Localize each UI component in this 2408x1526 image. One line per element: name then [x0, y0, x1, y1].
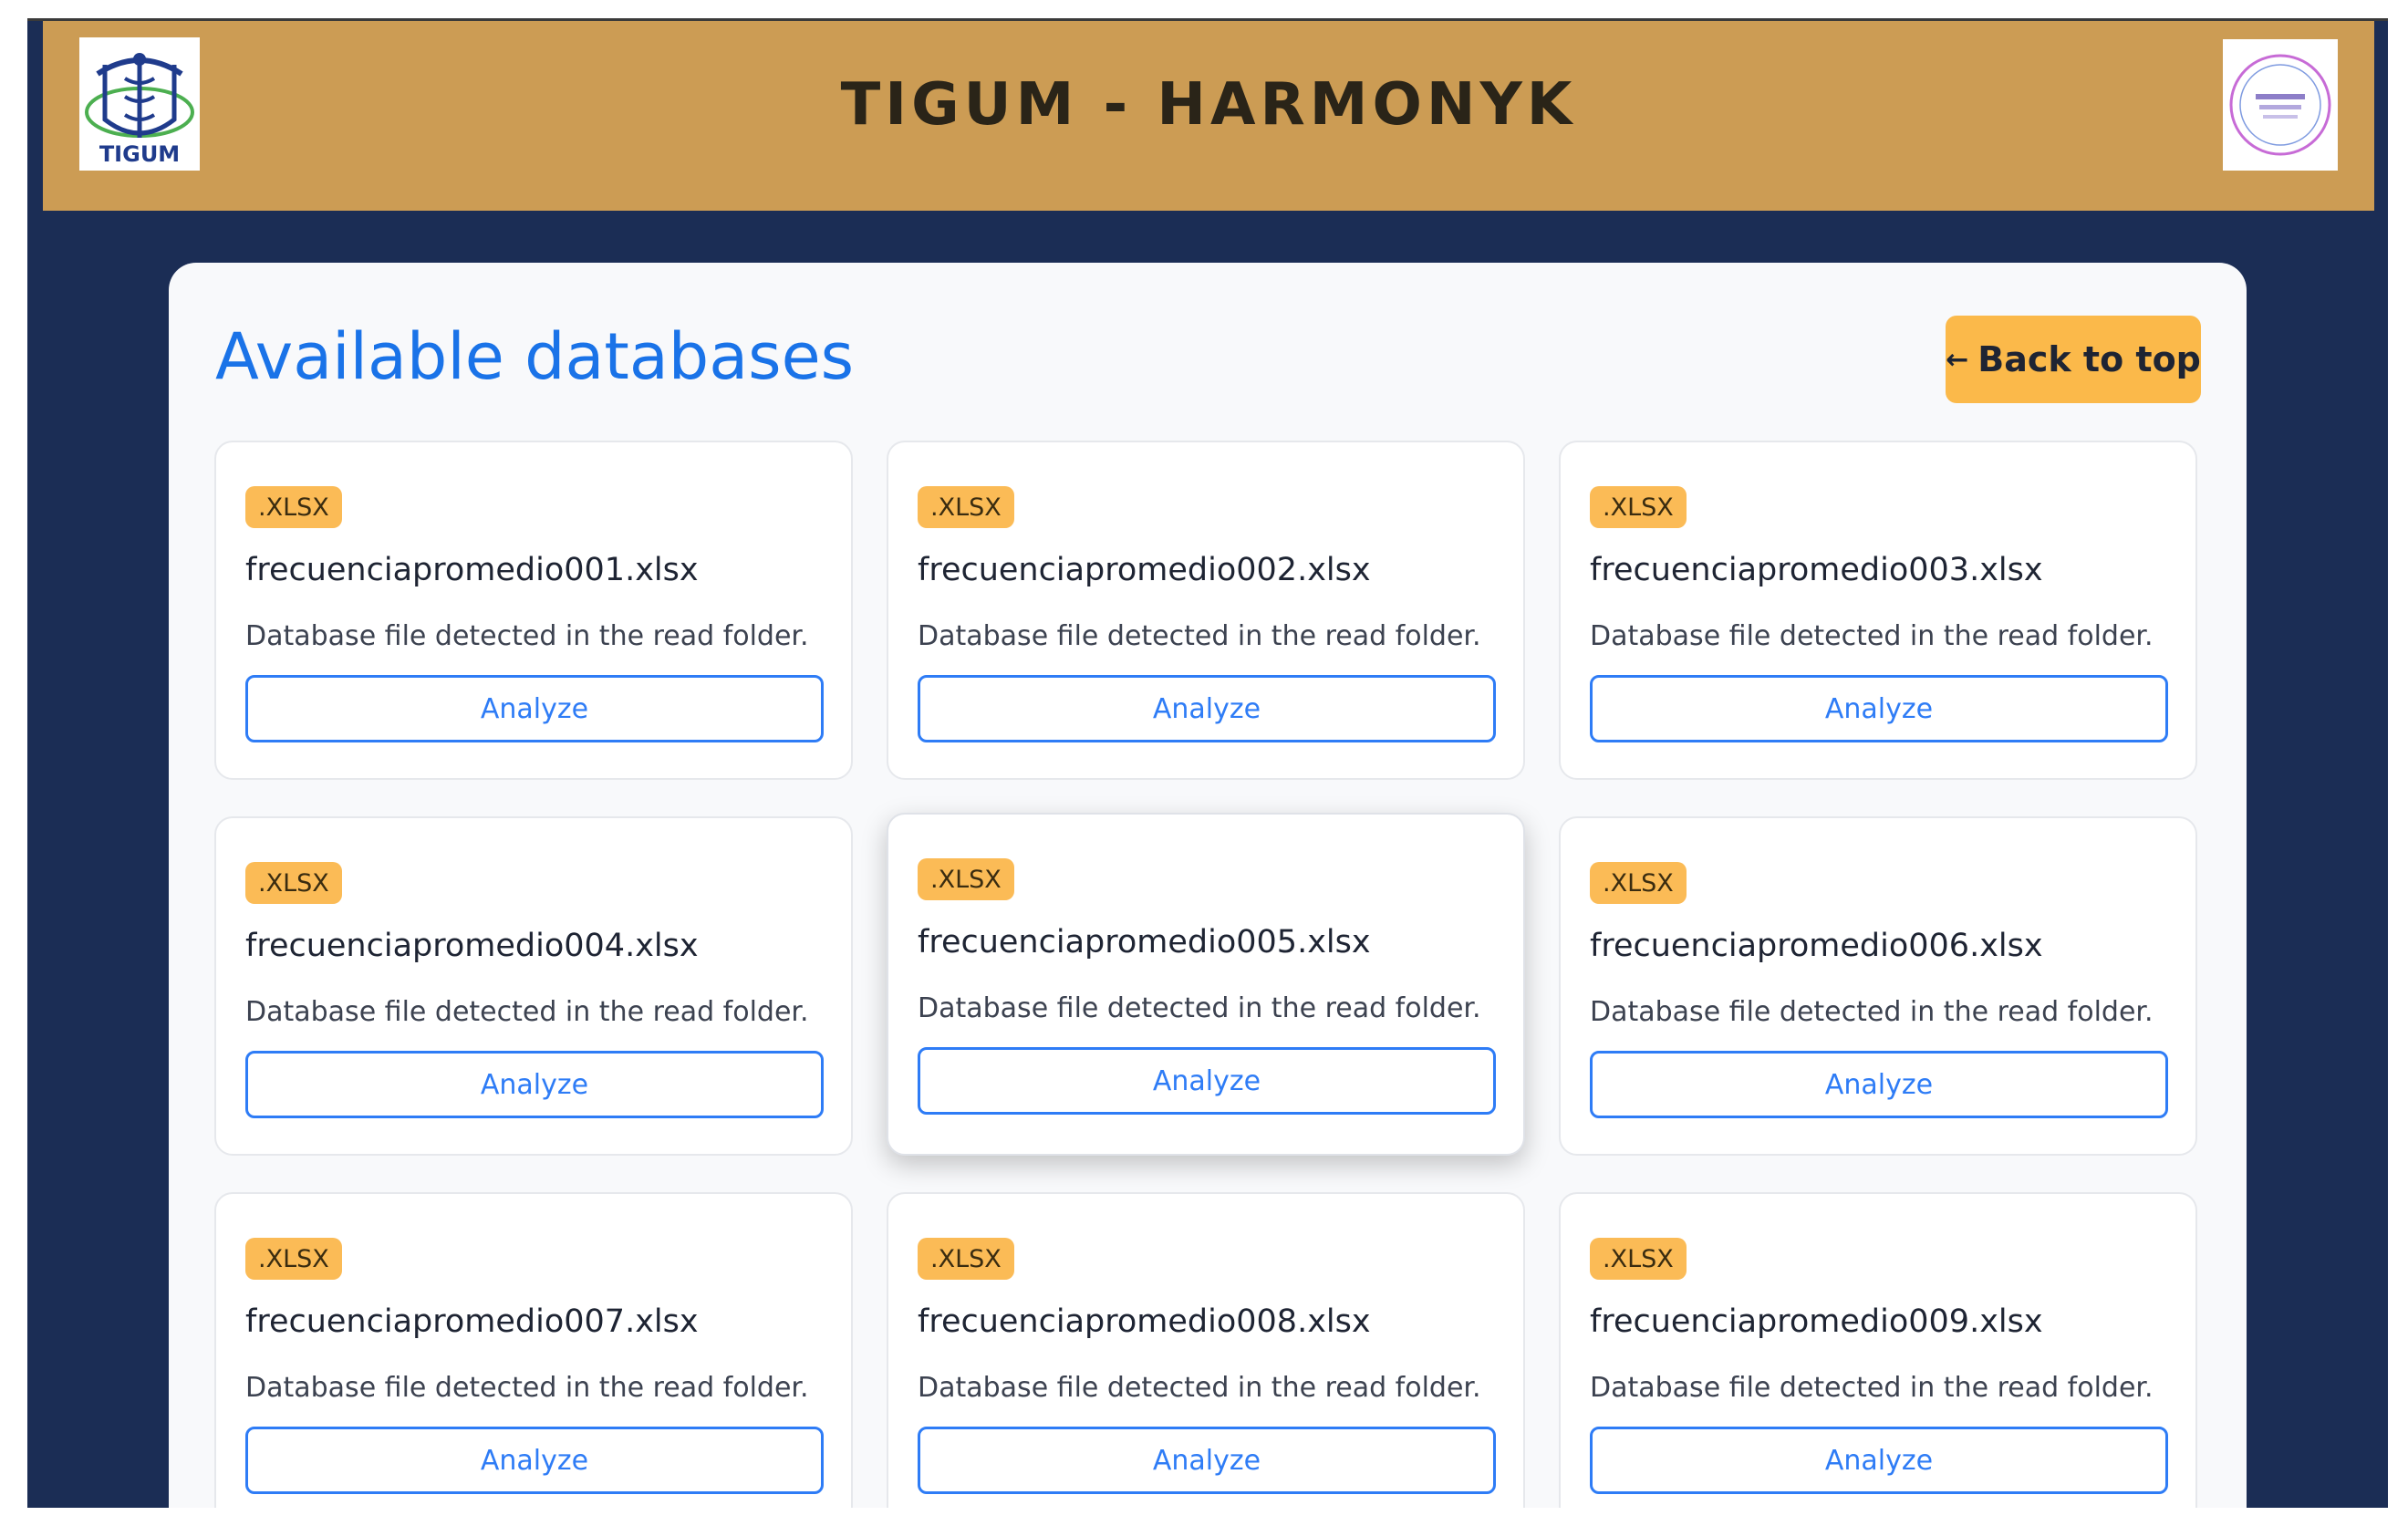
analyze-button[interactable]: Analyze [245, 1051, 824, 1118]
file-type-badge: .XLSX [245, 1238, 342, 1280]
file-type-badge: .XLSX [1590, 1238, 1687, 1280]
file-type-badge: .XLSX [918, 1238, 1014, 1280]
database-grid: .XLSX frecuenciapromedio001.xlsx Databas… [214, 441, 2197, 1508]
file-type-badge: .XLSX [1590, 862, 1687, 904]
back-to-top-button[interactable]: ← Back to top [1946, 316, 2201, 403]
analyze-button[interactable]: Analyze [918, 1047, 1496, 1115]
file-description: Database file detected in the read folde… [918, 992, 1481, 1024]
back-to-top-label: Back to top [1977, 339, 2201, 379]
analyze-button[interactable]: Analyze [1590, 675, 2168, 742]
file-name: frecuenciapromedio004.xlsx [245, 928, 699, 964]
file-type-badge: .XLSX [918, 858, 1014, 900]
file-name: frecuenciapromedio006.xlsx [1590, 928, 2043, 964]
file-type-badge: .XLSX [245, 486, 342, 528]
file-name: frecuenciapromedio009.xlsx [1590, 1303, 2043, 1340]
database-card: .XLSX frecuenciapromedio007.xlsx Databas… [214, 1192, 853, 1508]
seal-icon [2229, 54, 2331, 156]
file-type-badge: .XLSX [245, 862, 342, 904]
file-name: frecuenciapromedio003.xlsx [1590, 552, 2043, 588]
analyze-button[interactable]: Analyze [245, 675, 824, 742]
file-description: Database file detected in the read folde… [1590, 620, 2154, 652]
analyze-button[interactable]: Analyze [1590, 1051, 2168, 1118]
file-description: Database file detected in the read folde… [918, 1372, 1481, 1404]
header-bar: TIGUM TIGUM - HARMONYK [43, 21, 2374, 211]
app-title: TIGUM - HARMONYK [840, 71, 1577, 139]
analyze-button[interactable]: Analyze [1590, 1427, 2168, 1494]
database-card: .XLSX frecuenciapromedio004.xlsx Databas… [214, 816, 853, 1156]
database-card: .XLSX frecuenciapromedio009.xlsx Databas… [1559, 1192, 2197, 1508]
file-type-badge: .XLSX [918, 486, 1014, 528]
file-description: Database file detected in the read folde… [918, 620, 1481, 652]
partner-logo [2223, 39, 2338, 171]
analyze-button[interactable]: Analyze [918, 1427, 1496, 1494]
databases-panel: Available databases ← Back to top .XLSX … [169, 263, 2247, 1508]
file-description: Database file detected in the read folde… [245, 996, 809, 1028]
database-card-hovered: .XLSX frecuenciapromedio005.xlsx Databas… [887, 813, 1525, 1156]
page-title: Available databases [215, 319, 855, 394]
file-name: frecuenciapromedio005.xlsx [918, 924, 1371, 960]
tigum-logo-text: TIGUM [99, 141, 181, 167]
database-card: .XLSX frecuenciapromedio008.xlsx Databas… [887, 1192, 1525, 1508]
database-card: .XLSX frecuenciapromedio003.xlsx Databas… [1559, 441, 2197, 780]
database-card: .XLSX frecuenciapromedio002.xlsx Databas… [887, 441, 1525, 780]
file-description: Database file detected in the read folde… [1590, 1372, 2154, 1404]
file-description: Database file detected in the read folde… [1590, 996, 2154, 1028]
app-window: TIGUM TIGUM - HARMONYK Available databas… [27, 18, 2388, 1508]
file-name: frecuenciapromedio002.xlsx [918, 552, 1371, 588]
file-name: frecuenciapromedio008.xlsx [918, 1303, 1371, 1340]
file-description: Database file detected in the read folde… [245, 1372, 809, 1404]
arrow-left-icon: ← [1946, 343, 1969, 376]
analyze-button[interactable]: Analyze [918, 675, 1496, 742]
file-description: Database file detected in the read folde… [245, 620, 809, 652]
analyze-button[interactable]: Analyze [245, 1427, 824, 1494]
file-type-badge: .XLSX [1590, 486, 1687, 528]
file-name: frecuenciapromedio001.xlsx [245, 552, 699, 588]
database-card: .XLSX frecuenciapromedio001.xlsx Databas… [214, 441, 853, 780]
file-name: frecuenciapromedio007.xlsx [245, 1303, 699, 1340]
database-card: .XLSX frecuenciapromedio006.xlsx Databas… [1559, 816, 2197, 1156]
